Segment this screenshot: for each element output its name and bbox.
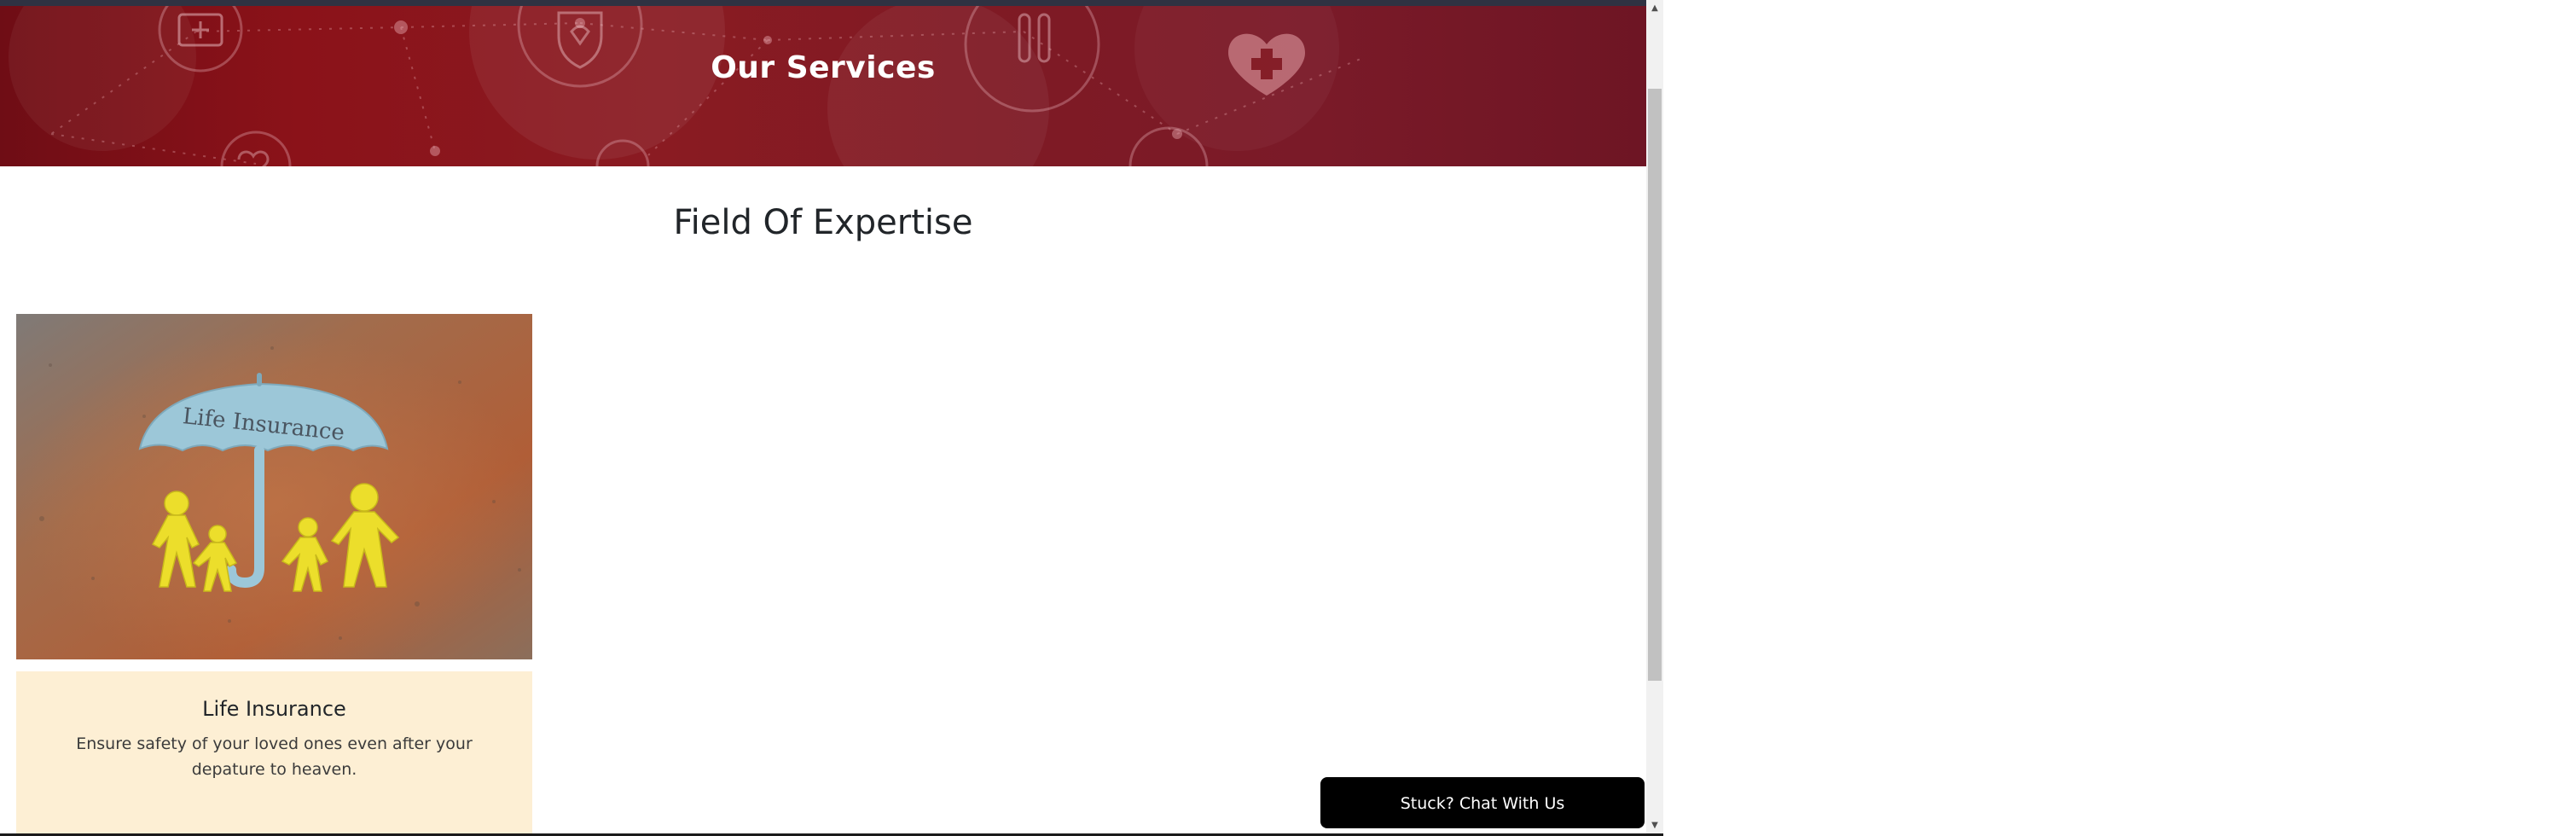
hero-background-pattern bbox=[9, 6, 1366, 166]
service-card-body: Life Insurance Ensure safety of your lov… bbox=[16, 671, 532, 836]
vertical-scrollbar[interactable]: ▲ ▼ bbox=[1646, 0, 1663, 836]
life-insurance-image: Life Insurance bbox=[16, 314, 532, 659]
service-title: Life Insurance bbox=[202, 697, 346, 721]
scrollbar-thumb[interactable] bbox=[1648, 89, 1662, 681]
browser-viewport: Our Services Field Of Expertise Life Ins… bbox=[0, 0, 1646, 836]
small-heart-icon bbox=[237, 150, 270, 166]
chat-button[interactable]: Stuck? Chat With Us bbox=[1320, 777, 1645, 828]
scroll-down-arrow-icon[interactable]: ▼ bbox=[1646, 817, 1663, 834]
hero-banner: Our Services bbox=[0, 6, 1646, 166]
scroll-up-arrow-icon[interactable]: ▲ bbox=[1646, 0, 1663, 17]
service-description: Ensure safety of your loved ones even af… bbox=[76, 734, 473, 779]
section-heading: Field Of Expertise bbox=[673, 203, 973, 242]
service-card-life-insurance[interactable]: Life Insurance Life Insurance Ensure saf… bbox=[16, 314, 532, 836]
top-strip bbox=[0, 0, 1646, 6]
page-title: Our Services bbox=[711, 50, 936, 85]
